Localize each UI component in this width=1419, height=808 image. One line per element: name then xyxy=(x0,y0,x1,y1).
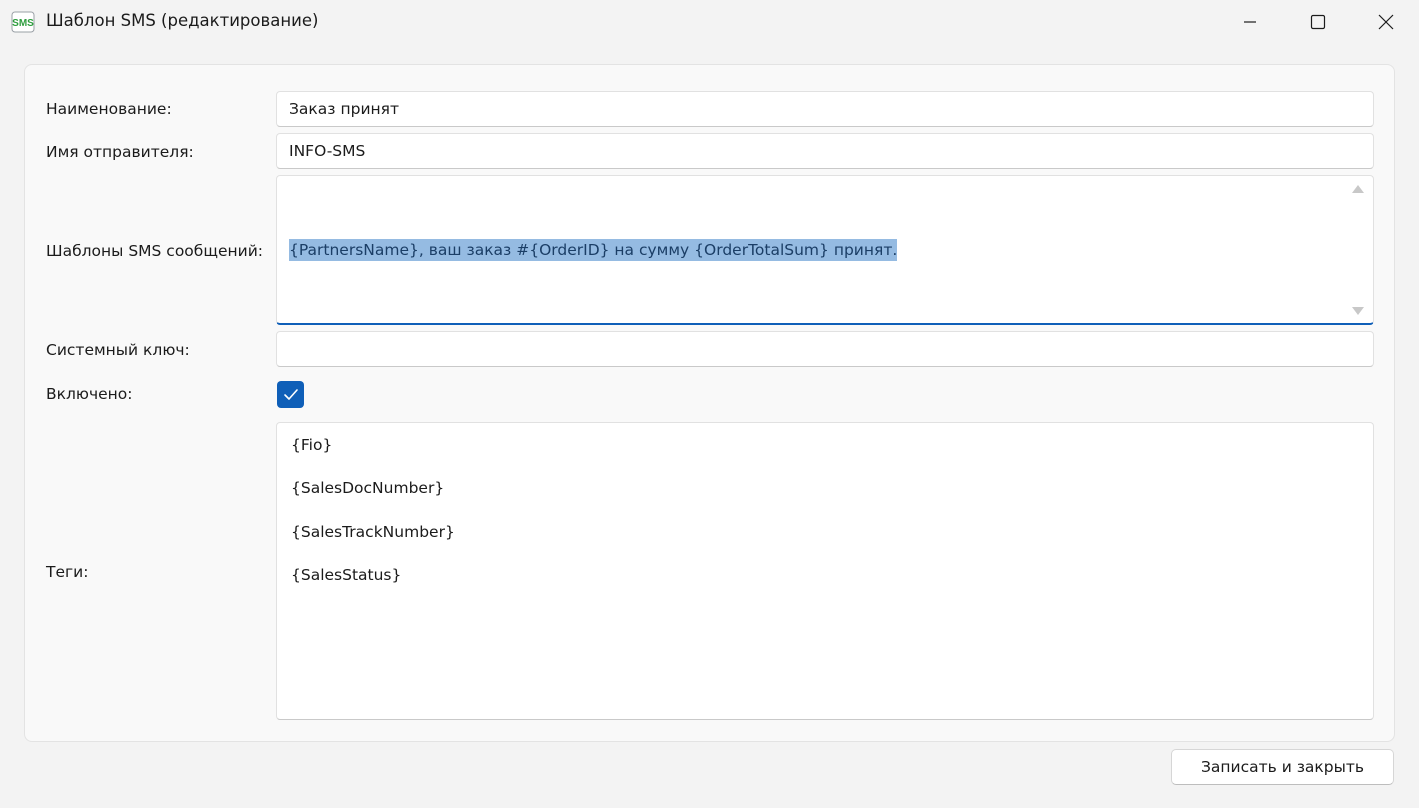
tag-item[interactable]: {Fio} xyxy=(291,436,332,454)
maximize-icon xyxy=(1310,14,1326,30)
minimize-button[interactable] xyxy=(1218,0,1282,44)
title-bar[interactable]: SMS Шаблон SMS (редактирование) xyxy=(0,0,1419,44)
tags-list[interactable]: {Fio} {SalesDocNumber} {SalesTrackNumber… xyxy=(276,422,1374,720)
tags-label: Теги: xyxy=(46,563,89,581)
sender-value: INFO-SMS xyxy=(289,142,366,160)
minimize-icon xyxy=(1244,21,1256,23)
name-value: Заказ принят xyxy=(289,100,399,118)
system-key-label: Системный ключ: xyxy=(46,341,190,359)
maximize-button[interactable] xyxy=(1286,0,1350,44)
close-button[interactable] xyxy=(1354,0,1418,44)
name-label: Наименование: xyxy=(46,100,172,118)
sender-input[interactable]: INFO-SMS xyxy=(276,133,1374,169)
template-value: {PartnersName}, ваш заказ #{OrderID} на … xyxy=(289,239,898,261)
system-key-input[interactable] xyxy=(276,331,1374,367)
enabled-checkbox[interactable] xyxy=(277,381,304,408)
template-label: Шаблоны SMS сообщений: xyxy=(46,242,263,260)
form-panel: Наименование: Заказ принят Имя отправите… xyxy=(24,64,1395,742)
template-textarea[interactable]: {PartnersName}, ваш заказ #{OrderID} на … xyxy=(276,175,1374,325)
save-and-close-button[interactable]: Записать и закрыть xyxy=(1171,749,1394,785)
svg-text:SMS: SMS xyxy=(12,18,34,29)
sender-label: Имя отправителя: xyxy=(46,143,194,161)
tag-item[interactable]: {SalesTrackNumber} xyxy=(291,523,455,541)
close-icon xyxy=(1378,14,1394,30)
checkmark-icon xyxy=(283,388,298,400)
scroll-down-icon[interactable] xyxy=(1351,306,1365,316)
name-input[interactable]: Заказ принят xyxy=(276,91,1374,127)
tag-item[interactable]: {SalesStatus} xyxy=(291,566,401,584)
tag-item[interactable]: {SalesDocNumber} xyxy=(291,479,444,497)
enabled-label: Включено: xyxy=(46,385,133,403)
scroll-up-icon[interactable] xyxy=(1351,184,1365,194)
template-selected-text: {PartnersName}, ваш заказ #{OrderID} на … xyxy=(289,239,898,261)
window-title: Шаблон SMS (редактирование) xyxy=(46,11,319,30)
sms-app-icon: SMS xyxy=(11,11,35,33)
